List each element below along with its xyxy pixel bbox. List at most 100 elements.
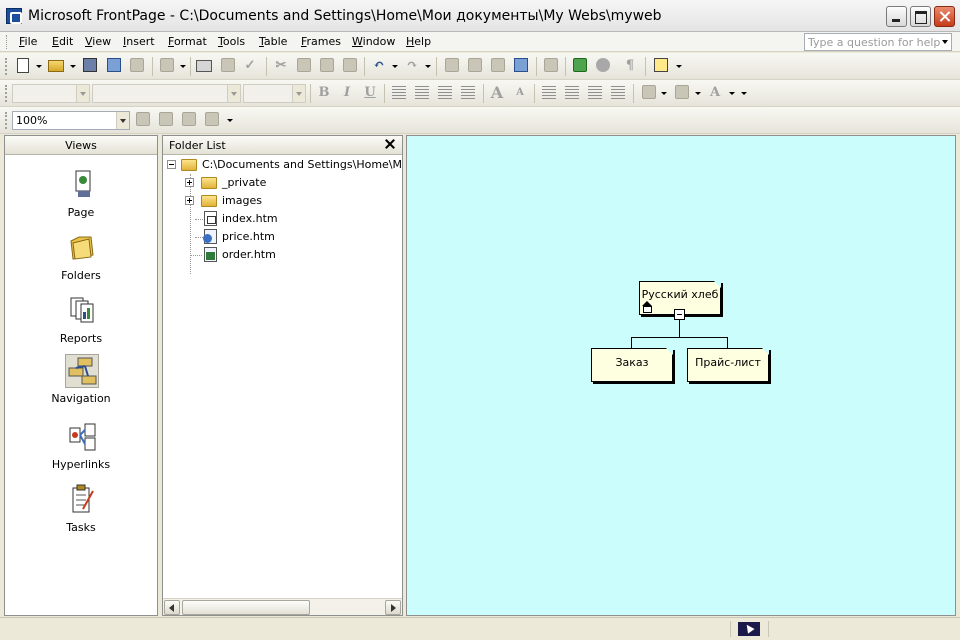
toolbar-grip[interactable] — [5, 58, 8, 75]
tree-item-index[interactable]: index.htm — [201, 210, 381, 228]
italic-icon[interactable]: I — [337, 84, 357, 102]
menu-tools[interactable]: Tools — [218, 35, 245, 48]
view-navigation[interactable]: Navigation — [5, 354, 157, 414]
expand-private-icon[interactable] — [185, 178, 194, 187]
align-left-icon[interactable] — [392, 86, 406, 99]
view-hyperlinks[interactable]: Hyperlinks — [5, 420, 157, 480]
menu-edit[interactable]: Edit — [52, 35, 73, 48]
help-dropdown-icon[interactable] — [942, 40, 948, 44]
view-folders[interactable]: Folders — [5, 231, 157, 291]
scroll-left-icon[interactable] — [164, 600, 180, 615]
style-dropdown-icon[interactable] — [76, 85, 89, 102]
toolbar-options-icon[interactable] — [227, 119, 233, 122]
show-all-icon[interactable]: ¶ — [620, 57, 640, 75]
align-center-icon[interactable] — [415, 86, 429, 99]
font-color-icon[interactable]: A — [705, 84, 725, 102]
zoom-dropdown-icon[interactable] — [116, 112, 129, 129]
navigation-canvas[interactable]: Русский хлеб Заказ Прайс-лист — [406, 135, 956, 616]
underline-icon[interactable]: U — [360, 84, 380, 102]
toolbar-grip[interactable] — [5, 85, 8, 102]
menu-window[interactable]: Window — [352, 35, 395, 48]
add-existing-page-icon[interactable] — [205, 112, 219, 126]
nav-node-price-list[interactable]: Прайс-лист — [687, 348, 769, 382]
maximize-button[interactable] — [910, 6, 931, 27]
open-dropdown-icon[interactable] — [70, 65, 76, 68]
font-dropdown-icon[interactable] — [227, 85, 240, 102]
refresh-icon[interactable] — [573, 58, 587, 72]
portrait-landscape-icon[interactable] — [136, 112, 150, 126]
decrease-font-icon[interactable]: A — [510, 84, 530, 102]
borders-dropdown-icon[interactable] — [661, 92, 667, 95]
copy-icon[interactable] — [297, 58, 311, 72]
menu-help[interactable]: Help — [406, 35, 431, 48]
new-page-icon[interactable] — [17, 58, 29, 73]
undo-icon[interactable]: ↶ — [369, 57, 389, 75]
style-select[interactable] — [12, 84, 90, 103]
nav-node-order[interactable]: Заказ — [591, 348, 673, 382]
frontpage-app-icon[interactable] — [6, 8, 22, 24]
undo-dropdown-icon[interactable] — [392, 65, 398, 68]
tree-item-price[interactable]: price.htm — [201, 228, 381, 246]
view-tasks[interactable]: Tasks — [5, 483, 157, 543]
menu-file[interactable]: File — [19, 35, 37, 48]
print-preview-icon[interactable] — [221, 58, 235, 72]
increase-font-icon[interactable]: A — [487, 84, 507, 102]
bold-icon[interactable]: B — [314, 84, 334, 102]
collapse-root-icon[interactable] — [167, 160, 176, 169]
tree-root[interactable]: C:\Documents and Settings\Home\Мои до — [167, 156, 402, 174]
collapse-subtree-icon[interactable] — [674, 309, 685, 320]
toolbar-options-icon[interactable] — [676, 65, 682, 68]
web-component-icon[interactable] — [445, 58, 459, 72]
toolbar-grip[interactable] — [5, 112, 8, 129]
highlight-icon[interactable] — [675, 85, 689, 99]
toolbar-options-icon[interactable] — [741, 92, 747, 95]
stop-icon[interactable] — [596, 58, 610, 72]
external-hyperlink-icon[interactable] — [159, 112, 173, 126]
numbering-icon[interactable] — [542, 86, 556, 99]
insert-picture-icon[interactable] — [491, 58, 505, 72]
tree-item-order[interactable]: order.htm — [201, 246, 381, 264]
open-folder-icon[interactable] — [48, 60, 64, 72]
menu-insert[interactable]: Insert — [123, 35, 155, 48]
toggle-pane-icon[interactable] — [160, 58, 174, 72]
tree-item-private[interactable]: _private — [185, 174, 385, 192]
redo-icon[interactable]: ↷ — [402, 57, 422, 75]
font-size-select[interactable] — [243, 84, 306, 103]
close-button[interactable] — [934, 6, 955, 27]
highlight-dropdown-icon[interactable] — [695, 92, 701, 95]
insert-table-icon[interactable] — [468, 58, 482, 72]
menu-format[interactable]: Format — [168, 35, 207, 48]
increase-indent-icon[interactable] — [611, 86, 625, 99]
horizontal-scrollbar[interactable] — [163, 598, 402, 615]
view-page[interactable]: Page — [5, 168, 157, 228]
new-dropdown-icon[interactable] — [36, 65, 42, 68]
cut-icon[interactable]: ✂ — [271, 57, 291, 75]
save-icon[interactable] — [83, 58, 97, 72]
spelling-icon[interactable]: ✓ — [240, 57, 260, 75]
drawing-icon[interactable] — [514, 58, 528, 72]
align-right-icon[interactable] — [438, 86, 452, 99]
font-select[interactable] — [92, 84, 241, 103]
scroll-right-icon[interactable] — [385, 600, 401, 615]
zoom-select[interactable]: 100% — [12, 111, 130, 130]
minimize-button[interactable] — [886, 6, 907, 27]
expand-images-icon[interactable] — [185, 196, 194, 205]
close-pane-icon[interactable] — [384, 138, 396, 150]
paste-icon[interactable] — [320, 58, 334, 72]
borders-icon[interactable] — [642, 85, 656, 99]
tree-item-images[interactable]: images — [185, 192, 385, 210]
print-icon[interactable] — [196, 60, 212, 72]
font-size-dropdown-icon[interactable] — [292, 85, 305, 102]
menu-frames[interactable]: Frames — [301, 35, 341, 48]
hyperlink-icon[interactable] — [544, 58, 558, 72]
font-color-dropdown-icon[interactable] — [729, 92, 735, 95]
format-painter-icon[interactable] — [343, 58, 357, 72]
menu-table[interactable]: Table — [259, 35, 287, 48]
justify-icon[interactable] — [461, 86, 475, 99]
search-icon[interactable] — [107, 58, 121, 72]
publish-icon[interactable] — [130, 58, 144, 72]
menu-grip[interactable] — [6, 35, 9, 49]
scroll-thumb[interactable] — [182, 600, 310, 615]
bullets-icon[interactable] — [565, 86, 579, 99]
toggle-pane-dropdown-icon[interactable] — [180, 65, 186, 68]
